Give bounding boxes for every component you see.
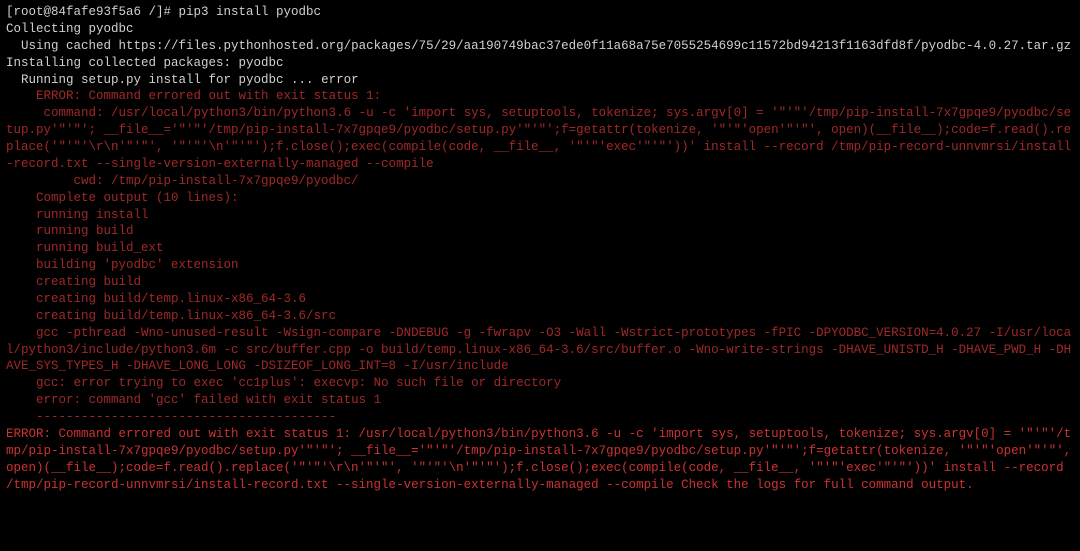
- terminal-line: running install: [6, 207, 1074, 224]
- terminal-line: running build_ext: [6, 240, 1074, 257]
- terminal-line: Collecting pyodbc: [6, 21, 1074, 38]
- terminal-line: Running setup.py install for pyodbc ... …: [6, 72, 1074, 89]
- terminal-line: error: command 'gcc' failed with exit st…: [6, 392, 1074, 409]
- terminal-line: Using cached https://files.pythonhosted.…: [6, 38, 1074, 55]
- terminal-line: command: /usr/local/python3/bin/python3.…: [6, 105, 1074, 173]
- terminal-line: creating build: [6, 274, 1074, 291]
- terminal-line: cwd: /tmp/pip-install-7x7gpqe9/pyodbc/: [6, 173, 1074, 190]
- terminal-line: running build: [6, 223, 1074, 240]
- terminal-line: Installing collected packages: pyodbc: [6, 55, 1074, 72]
- terminal-line: ERROR: Command errored out with exit sta…: [6, 426, 1074, 494]
- terminal-line: [root@84fafe93f5a6 /]# pip3 install pyod…: [6, 4, 1074, 21]
- terminal-line: building 'pyodbc' extension: [6, 257, 1074, 274]
- terminal-line: gcc -pthread -Wno-unused-result -Wsign-c…: [6, 325, 1074, 376]
- terminal-line: ERROR: Command errored out with exit sta…: [6, 88, 1074, 105]
- terminal-line: creating build/temp.linux-x86_64-3.6: [6, 291, 1074, 308]
- terminal-line: Complete output (10 lines):: [6, 190, 1074, 207]
- terminal-line: gcc: error trying to exec 'cc1plus': exe…: [6, 375, 1074, 392]
- terminal-line: ----------------------------------------: [6, 409, 1074, 426]
- terminal-line: creating build/temp.linux-x86_64-3.6/src: [6, 308, 1074, 325]
- terminal-output: [root@84fafe93f5a6 /]# pip3 install pyod…: [0, 0, 1080, 497]
